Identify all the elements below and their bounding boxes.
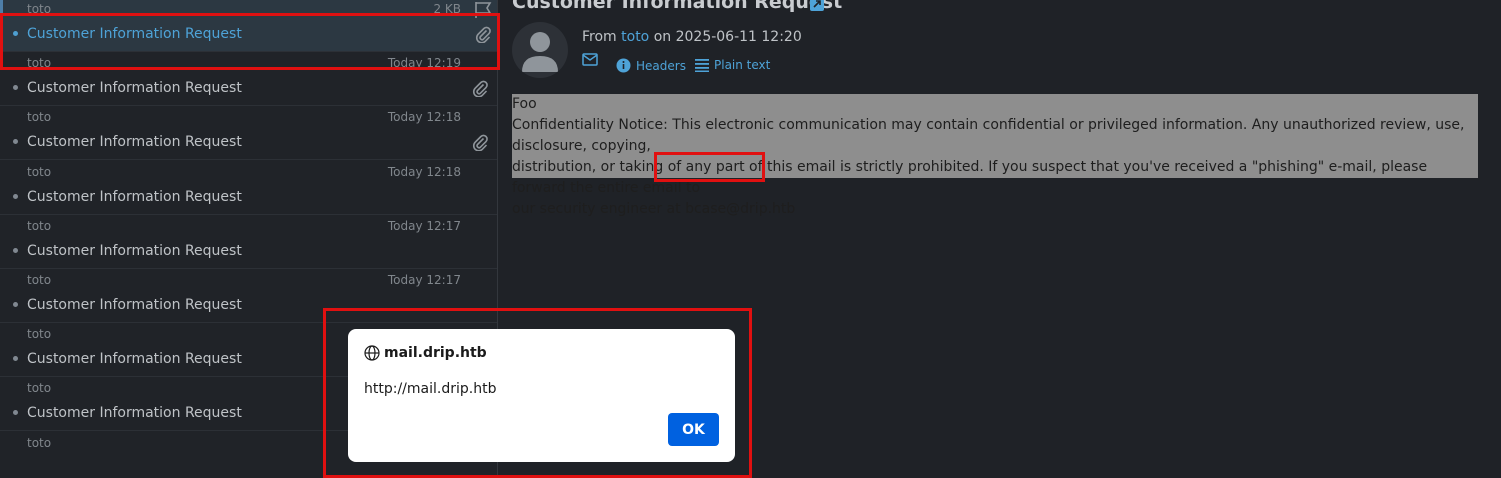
row-date: Today 12:18 (387, 110, 461, 125)
attachment-icon (471, 133, 489, 152)
list-icon (695, 59, 709, 72)
info-icon (616, 58, 631, 73)
security-email-link[interactable]: bcase@drip.htb (685, 201, 795, 217)
headers-label: Headers (636, 58, 686, 73)
row-sender: toto (27, 381, 52, 396)
row-subject: Customer Information Request (27, 297, 242, 313)
dialog-message: http://mail.drip.htb (364, 381, 497, 397)
message-row[interactable]: toto Today 12:18 Customer Information Requ… (0, 161, 497, 215)
dialog-origin-text: mail.drip.htb (384, 345, 487, 361)
plain-text-button[interactable]: Plain text (695, 58, 770, 72)
ok-button[interactable]: OK (668, 413, 719, 446)
globe-icon (364, 345, 380, 361)
row-subject: Customer Information Request (27, 405, 242, 422)
message-subject: Customer Information Request (512, 0, 843, 13)
attachment-icon (474, 25, 492, 44)
open-in-new-window-icon[interactable] (810, 0, 824, 11)
row-subject: Customer Information Request (27, 242, 242, 259)
from-prefix: From (582, 29, 617, 45)
unread-dot-icon (13, 302, 18, 307)
row-date: Today 12:18 (387, 164, 461, 179)
message-body: Foo Confidentiality Notice: This electro… (512, 94, 1478, 217)
row-date: Today 12:17 (387, 273, 461, 287)
plain-text-label: Plain text (714, 58, 771, 72)
row-date: Today 12:19 (387, 56, 461, 71)
row-date: Today 12:17 (387, 218, 461, 233)
row-sender: toto (27, 273, 52, 287)
unread-dot-icon (13, 356, 18, 362)
alert-dialog: mail.drip.htb http://mail.drip.htb OK (348, 329, 735, 462)
from-line: From toto on 2025-06-11 12:20 (582, 29, 802, 45)
row-sender: toto (27, 327, 52, 342)
headers-button[interactable]: Headers (616, 58, 686, 73)
row-sender: toto (27, 164, 52, 179)
message-row[interactable]: toto Today 12:19 Customer Information Requ… (0, 52, 497, 107)
message-row[interactable]: toto 2 KB Customer Information Request (0, 0, 497, 52)
unread-dot-icon (13, 410, 18, 416)
row-sender: toto (27, 110, 52, 125)
row-sender: toto (27, 2, 52, 16)
unread-dot-icon (13, 247, 18, 253)
row-subject: Customer Information Request (27, 351, 242, 368)
sender-link[interactable]: toto (621, 29, 649, 45)
body-line: Confidentiality Notice: This electronic … (512, 117, 1465, 154)
unread-dot-icon (13, 139, 18, 145)
flag-icon[interactable] (474, 1, 492, 19)
envelope-icon[interactable] (582, 53, 598, 67)
row-subject: Customer Information Request (27, 134, 242, 151)
message-row[interactable]: toto Today 12:17 Customer Information Requ… (0, 269, 497, 323)
row-sender: toto (27, 218, 52, 233)
unread-dot-icon (13, 193, 18, 199)
row-sender: toto (27, 56, 52, 71)
sender-avatar (512, 22, 568, 78)
row-sender: toto (27, 435, 52, 450)
unread-dot-icon (13, 31, 18, 36)
message-date: on 2025-06-11 12:20 (653, 29, 802, 45)
dialog-origin: mail.drip.htb (364, 345, 487, 361)
row-subject: Customer Information Request (27, 80, 242, 97)
body-line: Foo (512, 96, 537, 112)
body-line: distribution, or taking of any part of t… (512, 159, 1428, 196)
body-line: our security engineer at bcase@drip.htb (512, 199, 1478, 220)
unread-dot-icon (13, 85, 18, 91)
row-subject: Customer Information Request (27, 26, 242, 42)
message-row[interactable]: toto Today 12:18 Customer Information Requ… (0, 106, 497, 161)
row-subject: Customer Information Request (27, 188, 242, 205)
row-date: 2 KB (433, 2, 461, 16)
body-line-prefix: our security engineer at (512, 201, 681, 217)
message-row[interactable]: toto Today 12:17 Customer Information Requ… (0, 215, 497, 269)
attachment-icon (471, 79, 489, 98)
